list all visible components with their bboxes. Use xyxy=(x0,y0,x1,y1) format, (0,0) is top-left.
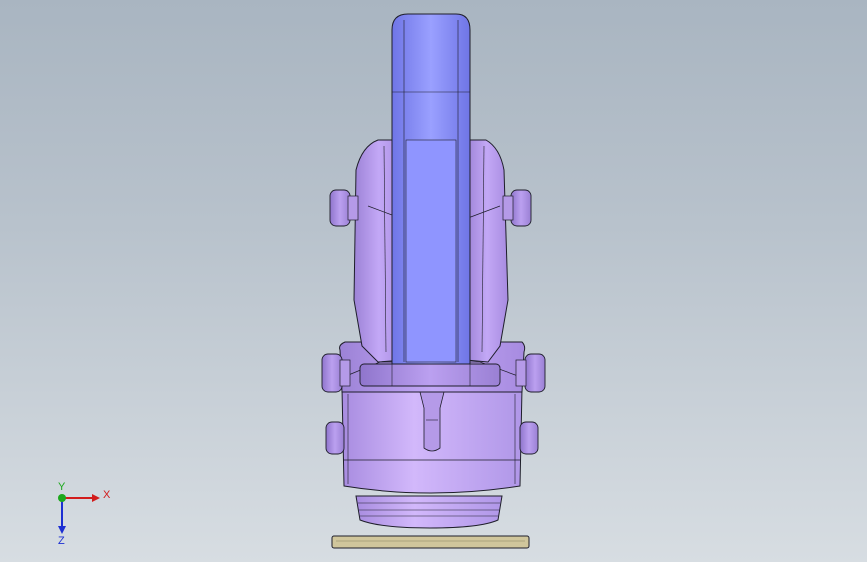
x-axis-label: X xyxy=(103,489,111,501)
base-housing xyxy=(341,387,523,494)
bolt-upper-right xyxy=(502,189,532,227)
y-axis-label: Y xyxy=(58,481,66,493)
axis-triad: X Y Z xyxy=(58,481,111,547)
swivel-ring xyxy=(355,495,503,529)
y-axis-dot-icon xyxy=(58,494,66,502)
wheel-axle xyxy=(359,363,501,387)
z-axis-arrow-icon xyxy=(58,526,66,534)
bolt-upper-left xyxy=(329,189,359,227)
wheel xyxy=(391,13,471,365)
bolt-lower-right xyxy=(519,421,539,455)
z-axis-label: Z xyxy=(58,535,65,547)
bolt-lower-left xyxy=(325,421,345,455)
base-plate xyxy=(331,535,530,549)
x-axis-arrow-icon xyxy=(92,494,100,502)
graphics-viewport[interactable]: X Y Z xyxy=(0,0,867,562)
caster-wheel-model[interactable] xyxy=(0,0,867,562)
fork-arm-right xyxy=(465,139,509,363)
bolt-middle-left xyxy=(321,353,351,393)
bolt-middle-right xyxy=(515,353,546,393)
